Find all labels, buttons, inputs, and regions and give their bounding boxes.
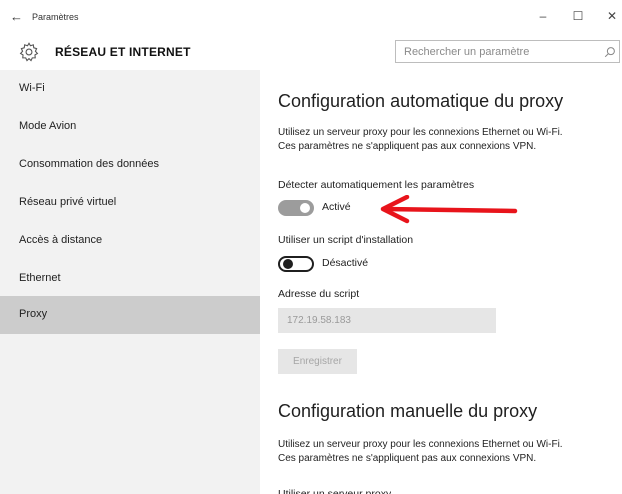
close-button[interactable]: ✕ [600,9,622,23]
search-box[interactable] [395,40,620,63]
section-title: RÉSEAU ET INTERNET [55,45,191,59]
main-content: Configuration automatique du proxy Utili… [260,70,622,494]
setup-script-toggle[interactable] [278,256,314,272]
toggle-knob [283,259,293,269]
detect-settings-state: Activé [322,201,351,213]
gear-icon [19,42,39,62]
auto-proxy-heading: Configuration automatique du proxy [278,91,564,111]
detect-settings-label: Détecter automatiquement les paramètres [278,179,475,191]
sidebar-item-label: Consommation des données [19,158,160,170]
manual-proxy-description-line1: Utilisez un serveur proxy pour les conne… [278,439,563,450]
sidebar-item-label: Accès à distance [19,234,103,246]
red-arrow-annotation [380,195,518,224]
auto-proxy-description-line2: Ces paramètres ne s'appliquent pas aux c… [278,141,537,152]
sidebar-item-proxy[interactable]: Proxy [0,296,260,334]
save-button[interactable]: Enregistrer [278,349,357,374]
maximize-button[interactable]: ☐ [566,9,590,23]
search-icon[interactable] [603,45,617,59]
sidebar-item-data-usage[interactable]: Consommation des données [0,146,260,184]
page-header: RÉSEAU ET INTERNET [0,36,622,70]
manual-proxy-heading: Configuration manuelle du proxy [278,401,538,421]
script-address-label: Adresse du script [278,288,360,300]
minimize-button[interactable]: – [531,9,555,23]
search-input[interactable] [402,45,596,59]
toggle-knob [300,203,310,213]
sidebar-item-label: Mode Avion [19,120,77,132]
sidebar-item-vpn[interactable]: Réseau privé virtuel [0,184,260,222]
sidebar-item-airplane-mode[interactable]: Mode Avion [0,108,260,146]
detect-settings-toggle[interactable] [278,200,314,216]
sidebar-item-label: Proxy [19,308,48,320]
sidebar-item-label: Ethernet [19,272,61,284]
back-arrow-icon[interactable]: ← [10,9,23,24]
sidebar-item-label: Wi-Fi [19,82,45,94]
setup-script-state: Désactivé [322,257,369,269]
sidebar-item-label: Réseau privé virtuel [19,196,117,208]
sidebar-item-ethernet[interactable]: Ethernet [0,260,260,298]
manual-proxy-description-line2: Ces paramètres ne s'appliquent pas aux c… [278,453,537,464]
use-proxy-label: Utiliser un serveur proxy [278,488,392,494]
sidebar: Wi-Fi Mode Avion Consommation des donnée… [0,70,260,494]
setup-script-label: Utiliser un script d'installation [278,234,414,246]
window-title: Paramètres [32,12,79,22]
auto-proxy-description-line1: Utilisez un serveur proxy pour les conne… [278,127,563,138]
script-address-field[interactable] [278,308,496,333]
sidebar-item-wifi[interactable]: Wi-Fi [0,70,260,108]
title-bar: ← Paramètres – ☐ ✕ [0,0,622,36]
sidebar-item-dial-up[interactable]: Accès à distance [0,222,260,260]
